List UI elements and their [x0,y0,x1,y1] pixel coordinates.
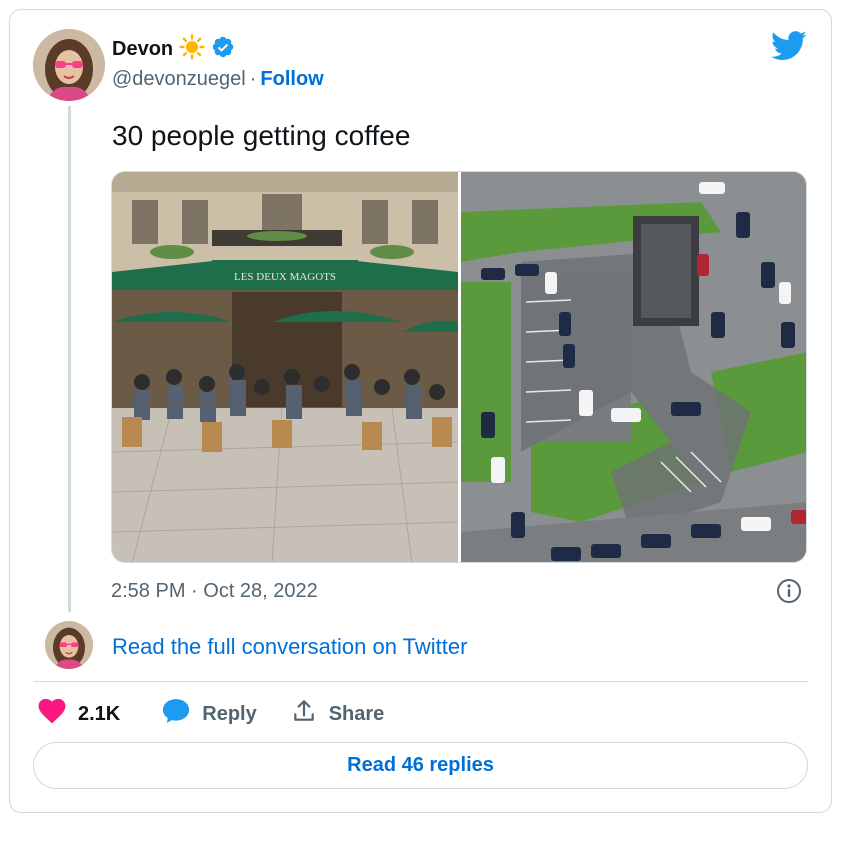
like-count: 2.1K [78,702,121,725]
read-replies-button[interactable]: Read 46 replies [33,742,808,789]
author-display-name[interactable]: Devon [112,38,173,61]
info-icon[interactable] [776,578,802,609]
share-upload-icon [291,698,317,730]
drive-thru-aerial-photo[interactable] [460,172,806,562]
like-button[interactable]: 2.1K [38,698,120,730]
tweet-text: 30 people getting coffee [112,120,411,151]
verified-badge-icon [211,35,235,64]
tweet-timestamp[interactable]: 2:58 PM · Oct 28, 2022 [111,580,318,603]
reply-bubble-icon [162,698,190,730]
sun-emoji-icon [179,33,205,65]
author-avatar[interactable] [33,29,105,101]
tweet-media[interactable]: LES DEUX MAGOTS [111,171,807,563]
follow-button[interactable]: Follow [260,68,323,91]
heart-icon [38,698,66,730]
thread-line [68,106,71,612]
divider [34,681,808,682]
cafe-terrace-photo[interactable]: LES DEUX MAGOTS [112,172,458,562]
conversation-avatar[interactable] [45,621,93,669]
author-name-row: Devon [112,33,235,65]
reply-label: Reply [202,702,257,725]
reply-button[interactable]: Reply [162,698,257,730]
cafe-sign-text: LES DEUX MAGOTS [234,271,336,283]
read-full-conversation-link[interactable]: Read the full conversation on Twitter [112,634,467,660]
share-label: Share [328,702,385,725]
share-button[interactable]: Share [291,698,385,730]
twitter-bird-icon[interactable] [771,31,807,66]
tweet-actions: 2.1K Reply Share [38,698,384,730]
handle-separator: · [249,68,257,90]
author-handle[interactable]: @devonzuegel [112,68,246,91]
author-handle-row: @devonzuegel · Follow [112,68,324,91]
